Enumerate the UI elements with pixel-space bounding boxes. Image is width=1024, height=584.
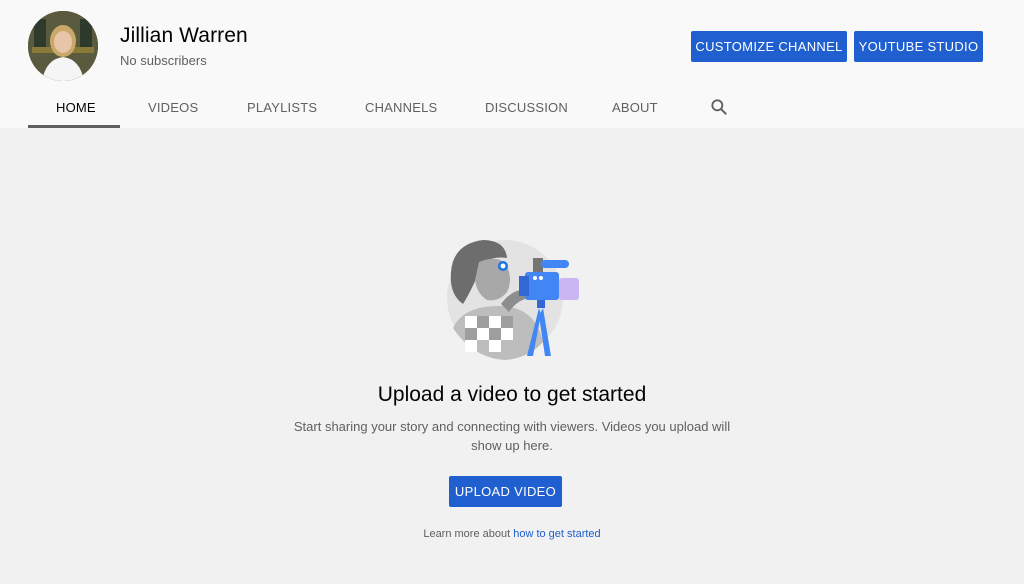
tab-playlists[interactable]: PLAYLISTS	[247, 100, 317, 115]
learn-more-text: Learn more about how to get started	[0, 528, 1024, 540]
youtube-studio-button[interactable]: YOUTUBE STUDIO	[854, 31, 983, 62]
upload-video-button[interactable]: UPLOAD VIDEO	[449, 476, 562, 507]
tab-discussion[interactable]: DISCUSSION	[485, 100, 568, 115]
active-tab-indicator	[28, 125, 120, 128]
customize-channel-button[interactable]: CUSTOMIZE CHANNEL	[691, 31, 847, 62]
subscriber-count: No subscribers	[120, 53, 207, 68]
tab-channels[interactable]: CHANNELS	[365, 100, 437, 115]
tab-about[interactable]: ABOUT	[612, 100, 658, 115]
empty-state-title: Upload a video to get started	[377, 383, 647, 406]
tab-videos[interactable]: VIDEOS	[148, 100, 198, 115]
camera-operator-illustration	[447, 240, 579, 360]
channel-name: Jillian Warren	[120, 24, 248, 47]
empty-state-description: Start sharing your story and connecting …	[293, 419, 731, 453]
search-icon[interactable]	[709, 97, 729, 117]
channel-header: Jillian Warren No subscribers CUSTOMIZE …	[0, 0, 1024, 128]
learn-more-prefix: Learn more about	[423, 528, 514, 540]
avatar[interactable]	[28, 11, 98, 81]
tab-home[interactable]: HOME	[56, 100, 96, 115]
avatar-image	[28, 11, 98, 81]
how-to-get-started-link[interactable]: how to get started	[513, 528, 600, 540]
